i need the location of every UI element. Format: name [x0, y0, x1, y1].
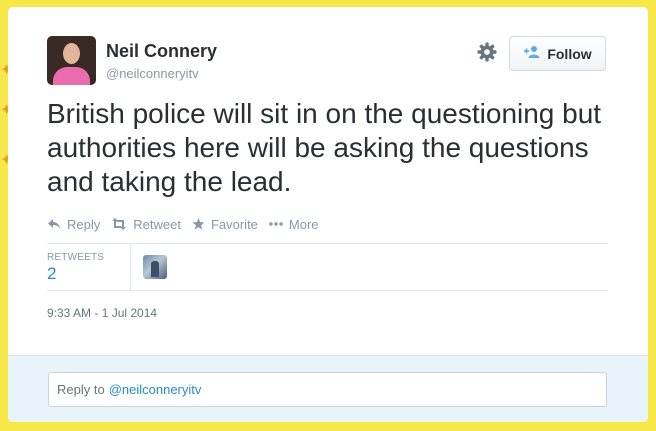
reply-icon — [47, 218, 61, 230]
reply-prefix: Reply to — [57, 382, 105, 397]
reply-mention: @neilconneryitv — [108, 382, 202, 397]
favorite-label: Favorite — [210, 216, 258, 232]
reply-label: Reply — [67, 216, 101, 232]
reply-input[interactable]: Reply to @neilconneryitv — [48, 372, 607, 407]
gear-icon[interactable] — [475, 40, 499, 64]
tweet-timestamp[interactable]: 9:33 AM - 1 Jul 2014 — [47, 306, 157, 320]
retweets-stat-label: RETWEETS — [47, 252, 105, 263]
retweet-icon — [111, 218, 127, 230]
more-action[interactable]: More — [269, 217, 319, 232]
retweets-count[interactable]: 2 — [47, 264, 56, 284]
stats-vertical-divider — [130, 243, 131, 290]
stats-bottom-divider — [47, 290, 608, 291]
tweet-text: British police will sit in on the questi… — [47, 98, 602, 197]
author-handle[interactable]: @neilconneryitv — [106, 66, 199, 81]
retweet-action[interactable]: Retweet — [111, 217, 181, 232]
author-name[interactable]: Neil Connery — [106, 41, 217, 62]
tweet-card: Neil Connery @neilconneryitv Follow Brit… — [8, 7, 648, 422]
reply-action[interactable]: Reply — [47, 217, 100, 232]
add-user-icon — [523, 45, 541, 62]
tweet-actions: Reply Retweet Favorite More — [47, 214, 330, 234]
reply-footer: Reply to @neilconneryitv — [8, 355, 648, 422]
favorite-action[interactable]: Favorite — [192, 217, 258, 232]
follow-button[interactable]: Follow — [509, 36, 606, 71]
follow-label: Follow — [547, 45, 592, 62]
more-icon — [269, 222, 283, 226]
stats-top-divider — [47, 243, 608, 244]
more-label: More — [288, 216, 319, 232]
retweeter-avatar[interactable] — [143, 255, 167, 279]
author-avatar[interactable] — [47, 36, 96, 85]
star-icon — [192, 218, 205, 230]
retweet-label: Retweet — [133, 216, 181, 232]
